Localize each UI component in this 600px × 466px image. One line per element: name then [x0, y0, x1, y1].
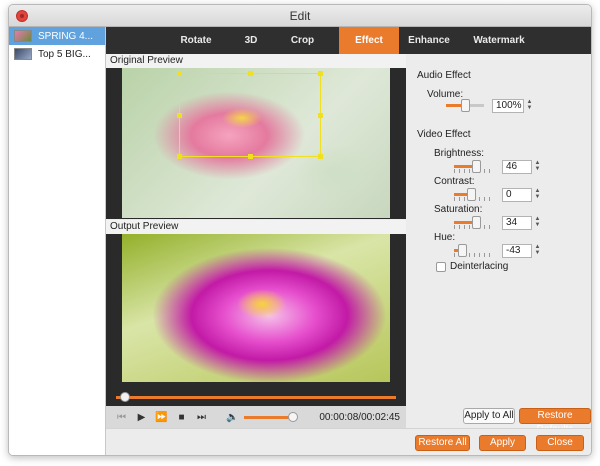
deinterlacing-label: Deinterlacing	[450, 261, 509, 272]
title-bar: Edit	[9, 5, 591, 27]
dialog-footer: Restore All Apply Close	[106, 428, 591, 455]
stepper-icon[interactable]: ▲ ▼	[534, 188, 541, 202]
crop-handle[interactable]	[318, 113, 323, 118]
skip-back-icon[interactable]: ⏮	[112, 412, 131, 423]
apply-to-all-button[interactable]: Apply to All	[463, 408, 515, 424]
original-preview-image	[122, 68, 390, 218]
crop-handle[interactable]	[248, 154, 253, 159]
seek-track[interactable]	[116, 396, 396, 399]
tab-3d[interactable]: 3D	[236, 27, 266, 54]
timecode: 00:00:08/00:02:45	[319, 411, 400, 423]
original-preview	[106, 68, 406, 219]
crop-handle[interactable]	[248, 71, 253, 76]
audio-effect-title: Audio Effect	[417, 70, 471, 81]
volume-value-field[interactable]: 100%	[492, 99, 524, 113]
play-icon[interactable]: ▶	[132, 412, 151, 423]
stop-icon[interactable]: ■	[172, 412, 191, 423]
saturation-label: Saturation:	[434, 204, 483, 215]
file-list-item[interactable]: Top 5 BIG...	[9, 45, 105, 63]
slider-knob[interactable]	[461, 99, 470, 112]
volume-slider[interactable]	[244, 411, 298, 422]
slider-knob[interactable]	[472, 216, 481, 229]
tab-watermark[interactable]: Watermark	[459, 27, 539, 54]
playback-controls: ⏮ ▶ ⏩ ■ ⏭ 🔈 00:00:08/00:02:45	[106, 406, 406, 428]
tab-crop[interactable]: Crop	[266, 27, 339, 54]
crop-rectangle[interactable]	[177, 71, 323, 159]
crop-handle[interactable]	[177, 113, 182, 118]
audio-volume-slider[interactable]	[446, 99, 484, 113]
restore-defaults-button[interactable]: Restore Defaults	[519, 408, 591, 435]
edit-tab-bar: Rotate 3D Crop Effect Enhance Watermark	[106, 27, 591, 54]
crop-handle[interactable]	[318, 154, 323, 159]
contrast-label: Contrast:	[434, 176, 475, 187]
stepper-icon[interactable]: ▲ ▼	[534, 244, 541, 258]
contrast-slider[interactable]	[454, 188, 494, 202]
video-thumbnail	[14, 48, 32, 60]
saturation-slider[interactable]	[454, 216, 494, 230]
seek-knob[interactable]	[120, 392, 130, 402]
stepper-icon[interactable]: ▲ ▼	[526, 99, 533, 113]
tab-spacer	[106, 27, 156, 54]
original-preview-label: Original Preview	[106, 54, 406, 68]
contrast-value-field[interactable]: 0	[502, 188, 532, 202]
volume-knob[interactable]	[288, 411, 298, 422]
slider-knob[interactable]	[458, 244, 467, 257]
apply-button[interactable]: Apply	[479, 435, 526, 451]
file-list-sidebar: SPRING 4... Top 5 BIG...	[9, 27, 106, 455]
slider-knob[interactable]	[467, 188, 476, 201]
saturation-value-field[interactable]: 34	[502, 216, 532, 230]
brightness-label: Brightness:	[434, 148, 485, 159]
stepper-icon[interactable]: ▲ ▼	[534, 160, 541, 174]
tab-rotate[interactable]: Rotate	[156, 27, 236, 54]
tab-effect[interactable]: Effect	[339, 27, 399, 54]
crop-handle[interactable]	[177, 154, 182, 159]
skip-forward-icon[interactable]: ⏭	[192, 412, 211, 423]
brightness-value-field[interactable]: 46	[502, 160, 532, 174]
hue-slider[interactable]	[454, 244, 494, 258]
close-window-icon[interactable]	[16, 10, 28, 22]
fast-forward-icon[interactable]: ⏩	[152, 412, 171, 423]
tab-enhance[interactable]: Enhance	[399, 27, 459, 54]
hue-label: Hue:	[434, 232, 456, 243]
video-thumbnail	[14, 30, 32, 42]
window-title: Edit	[289, 9, 311, 23]
effect-panel: Audio Effect Volume: 100% ▲ ▼ Video Effec…	[406, 54, 591, 435]
slider-knob[interactable]	[472, 160, 481, 173]
file-name: SPRING 4...	[38, 30, 94, 42]
hue-value-field[interactable]: -43	[502, 244, 532, 258]
video-effect-title: Video Effect	[417, 129, 471, 140]
deinterlacing-checkbox[interactable]	[436, 261, 446, 272]
seek-bar[interactable]	[106, 388, 406, 406]
restore-all-button[interactable]: Restore All	[415, 435, 470, 451]
output-preview	[106, 234, 406, 388]
file-name: Top 5 BIG...	[38, 48, 91, 60]
stepper-icon[interactable]: ▲ ▼	[534, 216, 541, 230]
deinterlacing-option[interactable]: Deinterlacing	[436, 261, 508, 272]
brightness-slider[interactable]	[454, 160, 494, 174]
file-list-item[interactable]: SPRING 4...	[9, 27, 105, 45]
close-button[interactable]: Close	[536, 435, 584, 451]
volume-icon[interactable]: 🔈	[223, 412, 242, 423]
crop-handle[interactable]	[177, 71, 182, 76]
edit-window: Edit SPRING 4... Top 5 BIG... Rotate 3D …	[8, 4, 592, 456]
output-preview-label: Output Preview	[106, 220, 406, 234]
crop-handle[interactable]	[318, 71, 323, 76]
output-preview-image	[122, 234, 390, 382]
